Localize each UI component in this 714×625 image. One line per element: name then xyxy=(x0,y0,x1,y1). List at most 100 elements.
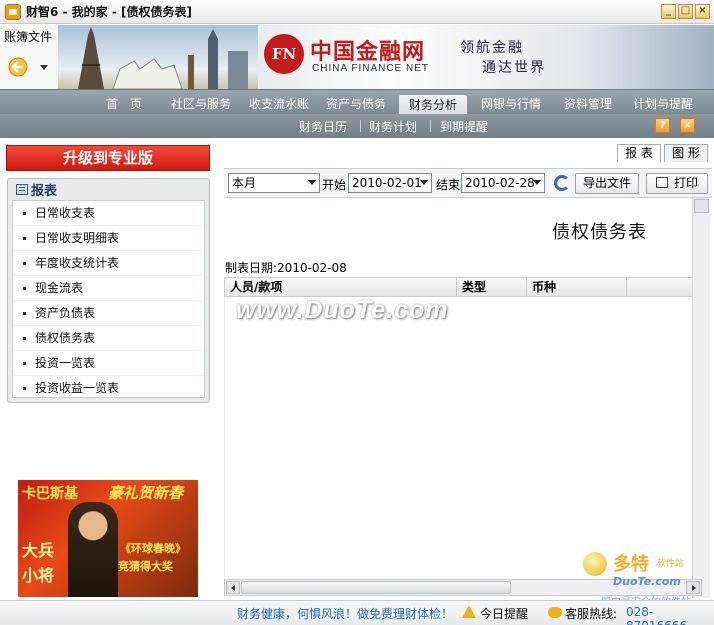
sub-nav: 财务日历 财务计划 到期提醒 ? × xyxy=(0,114,714,138)
main-nav: 首 页 社区与服务 收支流水账 资产与债务 财务分析 网银与行情 资料管理 计划… xyxy=(0,89,714,115)
health-check-link[interactable]: 财务健康，何惧风浪！做免费理财体检！ xyxy=(237,605,453,622)
refresh-icon[interactable] xyxy=(554,175,570,191)
title-bar: 财智6 - 我的家 - [债权债务表] _ □ × xyxy=(0,0,714,24)
sidebar-item-cashflow[interactable]: 现金流表 xyxy=(13,276,204,301)
chat-icon xyxy=(548,607,562,618)
sidebar-item-investment[interactable]: 投资一览表 xyxy=(13,351,204,376)
window-title: 财智6 - 我的家 - [债权债务表] xyxy=(26,5,192,19)
sidebar-item-label: 资产负债表 xyxy=(35,306,96,320)
subnav-calendar[interactable]: 财务日历 xyxy=(299,118,347,135)
scroll-left-button[interactable] xyxy=(226,581,240,594)
reports-list: 日常收支表 日常收支明细表 年度收支统计表 现金流表 资产负债表 债权债务表 投… xyxy=(12,200,205,401)
tab-analysis[interactable]: 财务分析 xyxy=(398,94,468,115)
menu-file[interactable]: 账簿文件 xyxy=(4,28,52,45)
chevron-down-icon[interactable] xyxy=(40,65,48,70)
tab-report-view[interactable]: 报 表 xyxy=(617,144,661,162)
bullet-icon xyxy=(23,387,26,390)
ad-banner[interactable]: 卡巴斯基 豪礼贺新春 大兵 小将 《环球春晚》 竞猜得大奖 xyxy=(18,480,198,597)
sidebar-item-daily[interactable]: 日常收支表 xyxy=(13,201,204,226)
period-value: 本月 xyxy=(232,176,257,190)
print-label: 打印 xyxy=(673,176,698,190)
slogan-line1: 领航金融 xyxy=(460,40,524,56)
ad-text: 豪礼贺新春 xyxy=(108,484,184,502)
minimize-button[interactable]: _ xyxy=(661,4,676,19)
subnav-divider xyxy=(430,120,431,132)
subnav-divider xyxy=(360,120,361,132)
warning-icon xyxy=(462,605,476,618)
period-select[interactable]: 本月 xyxy=(228,173,320,193)
upgrade-button[interactable]: 升级到专业版 xyxy=(6,145,210,171)
ad-text: 卡巴斯基 xyxy=(22,486,78,502)
scroll-thumb[interactable] xyxy=(241,581,511,594)
tab-chart-view[interactable]: 图 形 xyxy=(664,144,708,162)
ad-figure-image xyxy=(68,502,118,597)
column-header-type[interactable]: 类型 xyxy=(457,278,527,297)
tab-community[interactable]: 社区与服务 xyxy=(166,94,236,115)
status-bar: 财务健康，何惧风浪！做免费理财体检！ 今日提醒 客服热线: 028-870166… xyxy=(0,600,714,625)
export-button[interactable]: 导出文件 xyxy=(575,173,639,194)
sidebar-item-label: 债权债务表 xyxy=(35,331,96,345)
tab-ebank[interactable]: 网银与行情 xyxy=(476,94,546,115)
maximize-button[interactable]: □ xyxy=(678,4,693,19)
table-body xyxy=(224,297,706,579)
back-arrow-icon[interactable] xyxy=(8,57,28,77)
hotline-label: 客服热线: xyxy=(565,607,618,621)
ad-text: 小将 xyxy=(22,566,55,585)
end-label: 结束 xyxy=(436,178,461,192)
table-header: 人员/款项 类型 币种 xyxy=(224,277,706,297)
subnav-plan[interactable]: 财务计划 xyxy=(369,118,417,135)
sidebar-item-debt[interactable]: 债权债务表 xyxy=(13,326,204,351)
slogan-line2: 通达世界 xyxy=(482,60,546,76)
ad-text: 竞猜得大奖 xyxy=(118,560,173,573)
start-label: 开始 xyxy=(322,178,347,192)
sidebar-item-label: 现金流表 xyxy=(35,281,84,295)
help-icon[interactable]: ? xyxy=(655,118,670,133)
mascot-icon xyxy=(583,552,607,576)
chevron-down-icon xyxy=(420,180,428,185)
bullet-icon xyxy=(23,287,26,290)
sidebar-item-balance[interactable]: 资产负债表 xyxy=(13,301,204,326)
ad-text: 大兵 xyxy=(22,541,55,560)
bullet-icon xyxy=(23,362,26,365)
site-logo-small: 软件站 xyxy=(657,559,685,569)
tab-assets[interactable]: 资产与债务 xyxy=(321,94,391,115)
tab-data[interactable]: 资料管理 xyxy=(553,94,623,115)
site-logo-url: DuoTe.com xyxy=(613,575,681,588)
tab-home[interactable]: 首 页 xyxy=(100,94,148,115)
header-banner: 账簿文件 FN 中国金融网 CHINA FINANCE NET 领航金融 通达世… xyxy=(0,25,714,89)
close-icon[interactable]: × xyxy=(680,118,695,133)
tab-plans[interactable]: 计划与提醒 xyxy=(628,94,698,115)
subnav-reminder[interactable]: 到期提醒 xyxy=(440,118,488,135)
sidebar-item-label: 日常收支表 xyxy=(35,206,96,220)
view-tabs: 报 表 图 形 xyxy=(614,144,708,162)
sidebar-item-returns[interactable]: 投资收益一览表 xyxy=(13,376,204,401)
vertical-scrollbar[interactable] xyxy=(692,198,710,598)
sidebar-item-label: 投资一览表 xyxy=(35,356,96,370)
print-icon xyxy=(655,177,668,188)
sidebar: 升级到专业版 报表 日常收支表 日常收支明细表 年度收支统计表 现金流表 资产负… xyxy=(0,138,214,600)
sidebar-item-annual[interactable]: 年度收支统计表 xyxy=(13,251,204,276)
reports-header[interactable]: 报表 xyxy=(8,179,209,199)
end-date-picker[interactable]: 2010-02-28 xyxy=(461,173,545,193)
close-button[interactable]: × xyxy=(695,4,710,19)
report-toolbar: 本月 开始 2010-02-01 结束 2010-02-28 导出文件 打印 xyxy=(224,168,712,198)
sidebar-item-daily-detail[interactable]: 日常收支明细表 xyxy=(13,226,204,251)
sidebar-item-label: 投资收益一览表 xyxy=(35,381,120,395)
column-header-person[interactable]: 人员/款项 xyxy=(225,278,457,297)
print-button[interactable]: 打印 xyxy=(646,173,708,194)
start-date-value: 2010-02-01 xyxy=(352,176,422,190)
today-reminder-link[interactable]: 今日提醒 xyxy=(480,605,528,622)
sidebar-item-label: 日常收支明细表 xyxy=(35,231,120,245)
bullet-icon xyxy=(23,337,26,340)
column-header-currency[interactable]: 币种 xyxy=(527,278,627,297)
tab-cashflow[interactable]: 收支流水账 xyxy=(244,94,314,115)
site-watermark-logo: 多特 软件站 DuoTe.com 国内最安全的软件站 xyxy=(583,548,711,608)
brand-name-en: CHINA FINANCE NET xyxy=(312,63,430,74)
start-date-picker[interactable]: 2010-02-01 xyxy=(348,173,432,193)
report-title: 债权债务表 xyxy=(552,222,647,243)
reports-panel: 报表 日常收支表 日常收支明细表 年度收支统计表 现金流表 资产负债表 债权债务… xyxy=(7,178,210,403)
banner-brand: FN 中国金融网 CHINA FINANCE NET 领航金融 通达世界 xyxy=(258,25,714,89)
brand-name-cn: 中国金融网 xyxy=(310,39,426,65)
hotline-number: 028-87016666 xyxy=(626,605,687,625)
scroll-up-button[interactable] xyxy=(694,199,709,213)
